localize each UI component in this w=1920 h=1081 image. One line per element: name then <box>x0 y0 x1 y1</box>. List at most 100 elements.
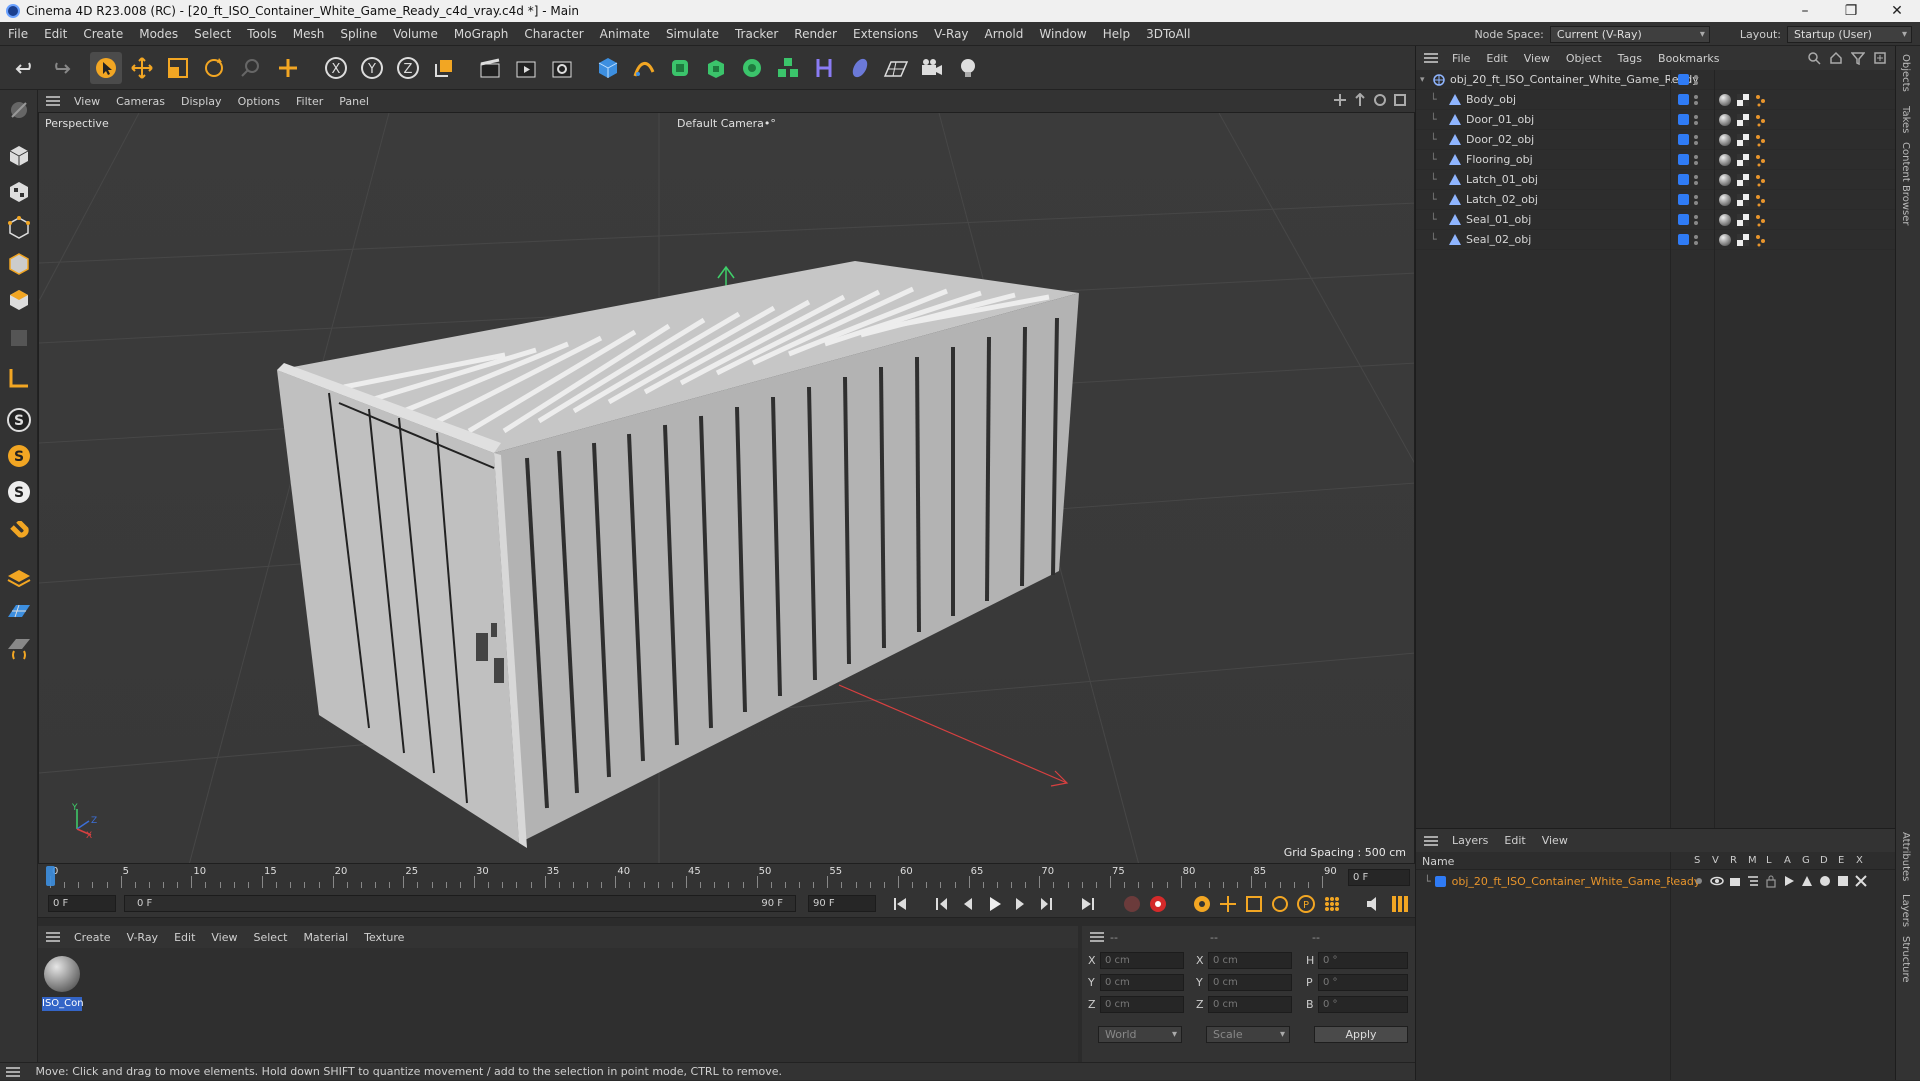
frame-range-slider[interactable]: 0 F 90 F <box>124 895 796 912</box>
move-tool-button[interactable] <box>126 52 158 84</box>
search-icon[interactable] <box>1807 51 1821 65</box>
object-menu-icon[interactable] <box>1424 53 1438 63</box>
menu-animate[interactable]: Animate <box>592 27 658 41</box>
start-frame-field[interactable]: 0 F <box>48 895 116 912</box>
layers-menu-icon[interactable] <box>1424 835 1438 846</box>
layer-color-swatch[interactable] <box>1678 234 1689 245</box>
uvw-checker-tag-icon[interactable] <box>1736 193 1750 207</box>
visibility-dots-icon[interactable] <box>1694 115 1698 125</box>
status-menu-icon[interactable] <box>6 1067 20 1077</box>
cloner-button[interactable] <box>736 52 768 84</box>
visibility-dots-icon[interactable] <box>1694 75 1698 85</box>
pan-icon[interactable] <box>1333 93 1347 107</box>
uvw-checker-tag-icon[interactable] <box>1736 133 1750 147</box>
visibility-dots-icon[interactable] <box>1694 195 1698 205</box>
play-icon[interactable] <box>984 894 1004 914</box>
uvw-checker-tag-icon[interactable] <box>1736 173 1750 187</box>
y-axis-lock-button[interactable]: Y <box>356 52 388 84</box>
menu-render[interactable]: Render <box>786 27 845 41</box>
menu-create[interactable]: Create <box>75 27 131 41</box>
phong-tag-icon[interactable] <box>1754 113 1768 127</box>
menu-vray[interactable]: V-Ray <box>926 27 976 41</box>
layers-menu-view[interactable]: View <box>1534 834 1576 847</box>
visibility-dots-icon[interactable] <box>1694 135 1698 145</box>
z-axis-lock-button[interactable]: Z <box>392 52 424 84</box>
menu-volume[interactable]: Volume <box>385 27 446 41</box>
home-icon[interactable] <box>1829 51 1843 65</box>
visible-eye-icon[interactable] <box>1710 874 1724 888</box>
uvw-checker-tag-icon[interactable] <box>1736 233 1750 247</box>
material-menu-vray[interactable]: V-Ray <box>119 931 167 944</box>
material-menu-material[interactable]: Material <box>295 931 356 944</box>
object-row[interactable]: └ Seal_02_obj <box>1416 230 1896 250</box>
object-row-root[interactable]: ▾ obj_20_ft_ISO_Container_White_Game_Rea… <box>1416 70 1896 90</box>
next-frame-icon[interactable] <box>1010 894 1030 914</box>
coords-transform-dropdown[interactable]: Scale <box>1206 1026 1290 1043</box>
tab-layers[interactable]: Layers <box>1900 894 1911 927</box>
next-key-icon[interactable] <box>1036 894 1056 914</box>
visibility-dots-icon[interactable] <box>1694 235 1698 245</box>
subdivision-surface-button[interactable] <box>664 52 696 84</box>
deformer-button[interactable] <box>808 52 840 84</box>
coordinate-value-field[interactable]: 0 ° <box>1318 974 1408 991</box>
material-menu-view[interactable]: View <box>203 931 245 944</box>
coordinate-value-field[interactable]: 0 cm <box>1208 974 1292 991</box>
3d-viewport[interactable]: Perspective Default Camera•° Grid Spacin… <box>38 112 1415 864</box>
viewport-menu-filter[interactable]: Filter <box>288 95 331 108</box>
object-row[interactable]: └ Door_02_obj <box>1416 130 1896 150</box>
menu-select[interactable]: Select <box>186 27 239 41</box>
menu-tools[interactable]: Tools <box>239 27 285 41</box>
tab-objects[interactable]: Objects <box>1900 54 1911 92</box>
coords-menu-icon[interactable] <box>1090 932 1104 942</box>
menu-window[interactable]: Window <box>1031 27 1094 41</box>
expressions-icon[interactable] <box>1836 874 1850 888</box>
uv-mode-button[interactable] <box>3 322 35 354</box>
menu-edit[interactable]: Edit <box>36 27 75 41</box>
coords-mode-dropdown[interactable]: World <box>1098 1026 1182 1043</box>
material-tag-icon[interactable] <box>1718 113 1732 127</box>
quantize-button[interactable]: S <box>3 476 35 508</box>
layers-menu-layers[interactable]: Layers <box>1444 834 1496 847</box>
material-tag-icon[interactable] <box>1718 233 1732 247</box>
autokey-icon[interactable] <box>1192 894 1212 914</box>
object-menu-object[interactable]: Object <box>1558 52 1610 65</box>
layer-color-swatch[interactable] <box>1678 114 1689 125</box>
coordinate-system-button[interactable] <box>428 52 460 84</box>
polygons-mode-button[interactable] <box>3 284 35 316</box>
deformers-icon[interactable] <box>1818 874 1832 888</box>
viewport-menu-display[interactable]: Display <box>173 95 230 108</box>
menu-help[interactable]: Help <box>1095 27 1138 41</box>
menu-file[interactable]: File <box>0 27 36 41</box>
grid-snap-button[interactable] <box>3 596 35 628</box>
solo-button[interactable] <box>3 560 35 592</box>
active-camera-label[interactable]: Default Camera•° <box>677 117 776 130</box>
undo-button[interactable] <box>10 52 42 84</box>
object-menu-file[interactable]: File <box>1444 52 1478 65</box>
tab-takes[interactable]: Takes <box>1900 106 1911 133</box>
node-space-dropdown[interactable]: Current (V-Ray) <box>1549 25 1710 43</box>
menu-modes[interactable]: Modes <box>131 27 186 41</box>
material-tag-icon[interactable] <box>1718 93 1732 107</box>
magnet-button[interactable] <box>3 518 35 550</box>
previous-frame-icon[interactable] <box>958 894 978 914</box>
redo-button[interactable] <box>44 52 76 84</box>
layer-color-swatch[interactable] <box>1678 214 1689 225</box>
edges-mode-button[interactable] <box>3 248 35 280</box>
close-button[interactable]: ✕ <box>1874 0 1920 22</box>
collapse-toggle-icon[interactable]: ▾ <box>1420 75 1430 85</box>
uvw-checker-tag-icon[interactable] <box>1736 93 1750 107</box>
key-rotation-icon[interactable] <box>1270 894 1290 914</box>
material-swatch[interactable]: ISO_Con <box>42 954 84 1011</box>
viewport-menu-options[interactable]: Options <box>230 95 288 108</box>
phong-tag-icon[interactable] <box>1754 133 1768 147</box>
manager-icon[interactable] <box>1746 874 1760 888</box>
coordinate-value-field[interactable]: 0 cm <box>1208 996 1292 1013</box>
menu-character[interactable]: Character <box>516 27 591 41</box>
phong-tag-icon[interactable] <box>1754 233 1768 247</box>
viewport-menu-icon[interactable] <box>46 96 60 106</box>
previous-key-icon[interactable] <box>932 894 952 914</box>
menu-3dtoall[interactable]: 3DToAll <box>1138 27 1198 41</box>
layers-menu-edit[interactable]: Edit <box>1496 834 1533 847</box>
uvw-checker-tag-icon[interactable] <box>1736 153 1750 167</box>
render-view-button[interactable] <box>474 52 506 84</box>
